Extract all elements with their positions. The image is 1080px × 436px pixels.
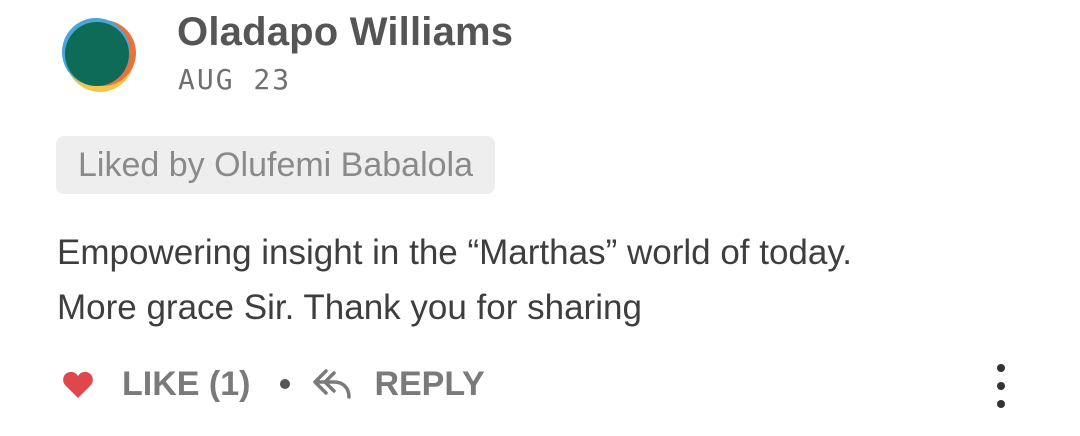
reply-label: REPLY: [374, 364, 485, 403]
liked-by-badge: Liked by Olufemi Babalola: [56, 136, 496, 194]
like-label: LIKE (1): [122, 364, 251, 403]
comment-body: Empowering insight in the “Marthas” worl…: [57, 225, 1057, 335]
comment-line: More grace Sir. Thank you for sharing: [57, 288, 642, 327]
more-vertical-icon: [997, 382, 1005, 390]
more-vertical-icon: [997, 400, 1005, 408]
more-vertical-icon: [997, 364, 1005, 372]
post-date: AUG 23: [178, 63, 292, 96]
avatar[interactable]: [60, 16, 138, 94]
reply-button[interactable]: REPLY: [312, 364, 485, 404]
separator-dot: [280, 379, 291, 389]
heart-icon: [63, 371, 93, 398]
comment-actions: LIKE (1) REPLY: [62, 360, 485, 408]
more-options-button[interactable]: [986, 364, 1016, 408]
comment-line: Empowering insight in the “Marthas” worl…: [57, 233, 852, 272]
like-button[interactable]: LIKE (1): [62, 365, 250, 404]
author-name[interactable]: Oladapo Williams: [177, 10, 513, 55]
reply-arrow-icon: [313, 369, 352, 399]
